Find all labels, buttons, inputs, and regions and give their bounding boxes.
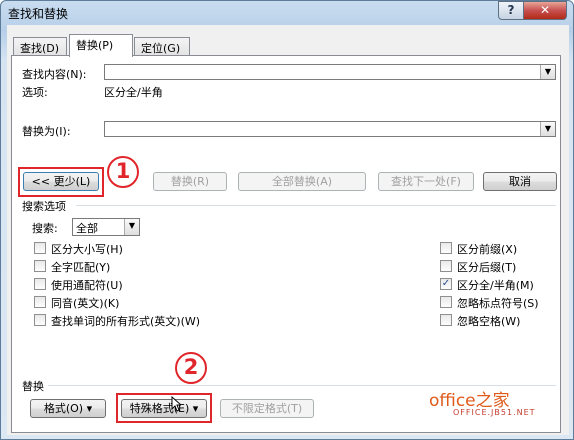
chevron-down-icon[interactable]: ▼ [540, 65, 555, 79]
tab-panel: 查找内容(N): ▼ 选项: 区分全/半角 替换为(I): ▼ << 更少(L)… [11, 55, 561, 433]
chevron-down-icon[interactable]: ▼ [124, 219, 139, 235]
find-label: 查找内容(N): [22, 68, 87, 81]
option-label: 查找单词的所有形式(英文)(W) [51, 315, 201, 328]
checkbox[interactable] [440, 314, 452, 326]
tab-replace[interactable]: 替换(P) [69, 34, 133, 57]
option-label: 全字匹配(Y) [51, 261, 111, 274]
mouse-cursor-icon [171, 396, 181, 412]
replace-label: 替换为(I): [22, 125, 71, 138]
find-next-button[interactable]: 查找下一处(F) [378, 172, 474, 191]
replace-button[interactable]: 替换(R) [153, 172, 227, 191]
option-label: 区分大小写(H) [51, 243, 123, 256]
watermark-logo: office之家 OFFICE.JB51.NET [429, 386, 535, 417]
option-label: 忽略标点符号(S) [457, 297, 539, 310]
replace-input[interactable]: ▼ [104, 121, 556, 137]
search-direction-value: 全部 [76, 222, 98, 235]
annotation-circle-1: 1 [107, 156, 139, 188]
close-button[interactable]: ✕ [523, 1, 567, 20]
replace-section-heading: 替换 [22, 380, 44, 393]
checkbox-checked[interactable]: ✓ [440, 278, 452, 290]
chevron-down-icon[interactable]: ▼ [540, 122, 555, 136]
title-bar[interactable]: 查找和替换 ? ✕ [1, 1, 573, 25]
options-value: 区分全/半角 [104, 86, 163, 99]
divider [76, 205, 556, 206]
checkbox[interactable] [34, 260, 46, 272]
option-label: 同音(英文)(K) [51, 297, 120, 310]
less-button[interactable]: << 更少(L) [23, 172, 99, 191]
window-title: 查找和替换 [8, 7, 69, 21]
cancel-button[interactable]: 取消 [483, 172, 557, 191]
option-label: 区分前缀(X) [457, 243, 518, 256]
checkbox[interactable] [440, 242, 452, 254]
format-button[interactable]: 格式(O) ▾ [30, 399, 106, 418]
checkbox[interactable] [34, 296, 46, 308]
checkbox[interactable] [440, 260, 452, 272]
replace-all-button[interactable]: 全部替换(A) [238, 172, 366, 191]
annotation-circle-2: 2 [175, 352, 207, 384]
option-label: 区分后缀(T) [457, 261, 517, 274]
checkbox[interactable] [34, 242, 46, 254]
option-label: 忽略空格(W) [457, 315, 521, 328]
options-label: 选项: [22, 86, 48, 99]
dialog-client: 查找(D) 替换(P) 定位(G) 查找内容(N): ▼ 选项: 区分全/半角 … [7, 25, 569, 435]
tab-find[interactable]: 查找(D) [13, 37, 67, 56]
checkbox[interactable] [34, 314, 46, 326]
find-input[interactable]: ▼ [104, 64, 556, 80]
special-format-button[interactable]: 特殊格式(E) ▾ [121, 399, 207, 418]
checkbox[interactable] [34, 278, 46, 290]
search-direction-label: 搜索: [32, 222, 58, 235]
search-options-heading: 搜索选项 [22, 200, 66, 213]
dialog-window: 查找和替换 ? ✕ 查找(D) 替换(P) 定位(G) 查找内容(N): ▼ 选… [0, 0, 574, 440]
option-label: 使用通配符(U) [51, 279, 123, 292]
watermark-sub: OFFICE.JB51.NET [453, 408, 536, 417]
search-direction-select[interactable]: 全部 ▼ [72, 218, 140, 236]
help-button[interactable]: ? [498, 1, 524, 20]
checkbox[interactable] [440, 296, 452, 308]
no-formatting-button[interactable]: 不限定格式(T) [220, 399, 314, 418]
tab-goto[interactable]: 定位(G) [134, 37, 190, 56]
option-label: 区分全/半角(M) [457, 279, 534, 292]
